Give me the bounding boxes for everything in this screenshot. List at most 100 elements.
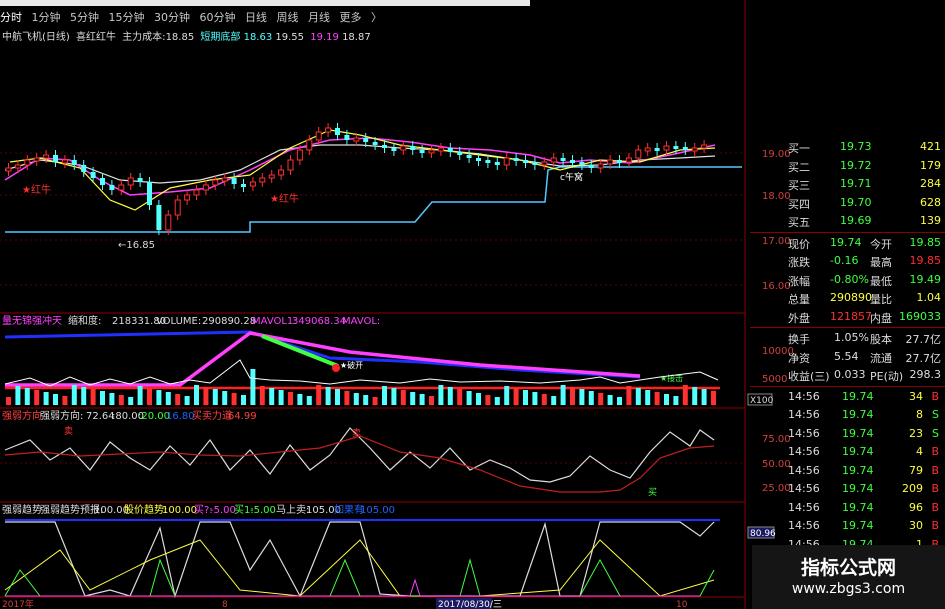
fundamental-value: 0.033 (834, 368, 866, 381)
volume-bar (457, 389, 463, 405)
trend-indicator-name: 强弱趋势 (2, 503, 42, 516)
strength-sell-marker-1: 卖 (64, 426, 73, 437)
volume-bar (438, 385, 444, 405)
volume-label: VOLUME: (156, 316, 201, 327)
tick-time: 14:56 (788, 389, 820, 403)
tick-price: 19.74 (842, 500, 874, 514)
volume-bar (541, 394, 547, 405)
volume-bar (711, 391, 716, 405)
candle-body (644, 147, 651, 152)
bid-volume: 284 (920, 177, 941, 190)
stat-key: 量比 (870, 293, 892, 306)
volume-bar (231, 393, 237, 405)
candle-body (625, 157, 632, 163)
bid-list: 买一 19.73 421 买二 19.72 179 买三 19.71 284 买四 19.70 628… (750, 138, 945, 231)
candle-body (127, 177, 134, 186)
fundamental-value: 27.7亿 (905, 351, 942, 365)
candle-body (202, 184, 209, 191)
candle-body (156, 205, 162, 230)
volume-bar (692, 387, 698, 405)
candle-body (71, 160, 77, 165)
candle-body (607, 159, 614, 165)
candle-body (617, 160, 622, 163)
candle-body (212, 179, 219, 186)
power-label: 买卖力道 (192, 409, 232, 422)
buy1-value: -5.00 (250, 505, 276, 516)
volume-bar (128, 397, 134, 405)
candle-body (147, 182, 152, 205)
candle-body (673, 146, 679, 149)
tick-time: 14:56 (788, 482, 820, 495)
stats-list: 现价 19.74 今开 19.85 涨跌 -0.16 最高 19.85 涨幅 -0.80% 最低 19… (750, 234, 945, 327)
trend-white-line (5, 521, 715, 599)
low-price-label: ←16.85 (118, 240, 155, 251)
volume-bar (466, 391, 472, 405)
candle-body (33, 157, 40, 162)
tick-side: B (931, 389, 939, 403)
tick-side: S (932, 426, 939, 440)
volume-bar (71, 385, 77, 405)
volume-bar (523, 390, 528, 405)
tick-price: 19.74 (842, 426, 874, 440)
price-trend-value: 100.00 (162, 505, 197, 516)
bid-price: 19.70 (840, 195, 872, 209)
candle-body (353, 137, 360, 142)
bid-price: 19.71 (840, 177, 872, 190)
candle-body (588, 165, 594, 168)
date-cursor-label: 2017/08/30/三 (438, 600, 502, 609)
candle-body (193, 189, 200, 196)
tick-volume: 79 (909, 463, 923, 477)
candle-body (485, 160, 491, 163)
fundamental-key: PE(动) (870, 370, 904, 383)
volume-bar (626, 386, 632, 405)
candle-body (701, 144, 708, 149)
candle-body (43, 154, 50, 159)
volume-bar (325, 387, 331, 405)
candle-body (221, 177, 228, 182)
bid-label: 买二 (788, 160, 810, 174)
bid-row: 买二 19.72 179 (750, 157, 945, 176)
tick-price: 19.74 (842, 408, 874, 421)
volume-bar (372, 397, 378, 405)
volume-value: 290890.28 (202, 316, 256, 327)
tick-price: 19.74 (842, 445, 874, 458)
fundamental-row: 净资 5.54 流通 27.7亿 (750, 348, 945, 367)
tick-time: 14:56 (788, 519, 820, 532)
candle-body (532, 162, 538, 165)
stat-key: 最高 (870, 256, 892, 269)
candle-body (476, 158, 481, 161)
candle-body (259, 177, 266, 183)
volume-bar (635, 388, 641, 405)
separator (750, 327, 945, 328)
candle-body (654, 148, 660, 151)
volume-bar (53, 394, 58, 405)
candle-body (363, 138, 369, 142)
vol-green-segment (261, 334, 339, 368)
bid-volume: 139 (920, 214, 941, 227)
bid-label: 买一 (788, 142, 810, 155)
tick-row: 14:56 19.74 34 B (750, 388, 945, 407)
volume-bar (203, 387, 209, 405)
stat-value: 19.74 (830, 235, 862, 249)
tick-price: 19.74 (842, 482, 874, 495)
buy-signal-label: c午窝 (560, 171, 583, 183)
tick-volume: 30 (909, 519, 923, 532)
stat-row: 现价 19.74 今开 19.85 (750, 234, 945, 253)
volume-bar (15, 386, 21, 405)
candle-body (278, 169, 285, 176)
mavol1-value: 349068.34 (292, 316, 346, 327)
watermark-title: 指标公式网 (800, 557, 896, 579)
tick-time: 14:56 (788, 426, 820, 440)
watermark-url: www.zbgs3.com (791, 581, 906, 597)
volume-bar (429, 396, 434, 405)
volume-bar (617, 397, 622, 405)
vol-breakout-label: ★破开 (340, 360, 363, 370)
bid-price: 19.72 (840, 158, 872, 172)
volume-bar (147, 388, 152, 405)
watermark-banner: 指标公式网 www.zbgs3.com (752, 545, 945, 609)
bid-label: 买五 (788, 216, 810, 229)
candle-body (428, 149, 435, 154)
tick-price: 19.74 (842, 463, 874, 477)
candle-body (315, 131, 322, 141)
tick-volume: 96 (909, 500, 923, 514)
